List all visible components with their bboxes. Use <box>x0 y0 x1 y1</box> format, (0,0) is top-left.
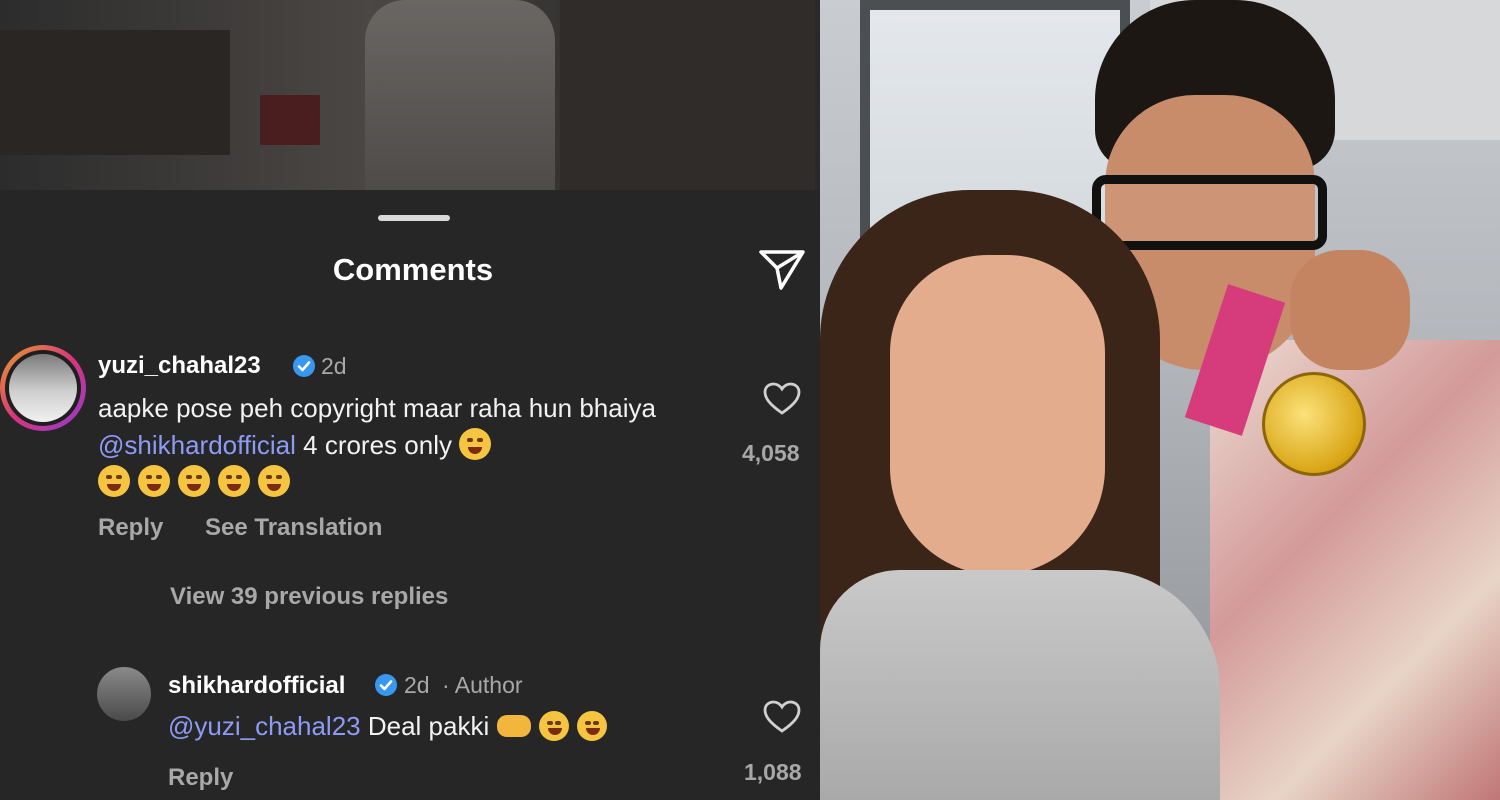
tears-of-joy-emoji-icon <box>258 465 290 497</box>
tears-of-joy-emoji-icon <box>178 465 210 497</box>
mention-link[interactable]: @shikhardofficial <box>98 430 296 460</box>
heart-icon[interactable] <box>763 382 801 416</box>
comment-body-end: 4 crores only <box>295 430 452 460</box>
reply-body: Deal pakki <box>360 711 490 741</box>
selfie-photo <box>820 0 1500 800</box>
verified-badge-icon <box>293 355 315 377</box>
rofl-emoji-icon <box>459 428 492 460</box>
background-object <box>260 95 320 145</box>
rofl-emoji-icon <box>538 711 569 741</box>
post-video-thumbnail[interactable] <box>0 0 820 190</box>
hand <box>1290 250 1410 370</box>
reply-button[interactable]: Reply <box>98 514 163 542</box>
comment-username[interactable]: yuzi_chahal23 <box>98 352 261 380</box>
rofl-emoji-icon <box>98 465 130 497</box>
sheet-drag-handle[interactable] <box>378 215 450 221</box>
woman-face <box>890 255 1105 575</box>
reply-username[interactable]: shikhardofficial <box>168 672 345 700</box>
glasses <box>1092 175 1327 250</box>
like-count: 4,058 <box>742 440 800 466</box>
author-tag: · Author <box>442 672 523 698</box>
see-translation-button[interactable]: See Translation <box>205 514 382 542</box>
avatar[interactable] <box>0 345 86 431</box>
avatar[interactable] <box>97 667 151 721</box>
comment-text: aapke pose peh copyright maar raha hun b… <box>98 390 718 501</box>
handshake-emoji-icon <box>496 715 531 737</box>
background-shelf <box>560 0 815 190</box>
video-person <box>365 0 555 190</box>
view-replies-button[interactable]: View 39 previous replies <box>170 583 448 611</box>
rofl-emoji-icon <box>138 465 170 497</box>
heart-icon[interactable] <box>763 700 801 734</box>
reply-timestamp: 2d <box>404 672 430 698</box>
mention-link[interactable]: @yuzi_chahal23 <box>168 711 361 741</box>
like-count: 1,088 <box>744 759 802 785</box>
reply-button[interactable]: Reply <box>168 764 233 792</box>
sheet-title: Comments <box>332 252 494 287</box>
send-icon[interactable] <box>757 246 807 292</box>
comments-panel: Comments yuzi_chahal23 2d aapke pose peh… <box>0 0 820 800</box>
woman-jacket <box>820 570 1220 800</box>
tears-of-joy-emoji-icon <box>218 465 250 497</box>
background-shelf <box>0 30 230 155</box>
comment-body: aapke pose peh copyright maar raha hun b… <box>98 393 656 423</box>
reply-text: @yuzi_chahal23 Deal pakki <box>168 708 728 745</box>
gold-medal <box>1262 372 1366 476</box>
verified-badge-icon <box>375 674 397 696</box>
winking-face-emoji-icon <box>576 711 607 741</box>
comment-timestamp: 2d <box>321 353 347 379</box>
